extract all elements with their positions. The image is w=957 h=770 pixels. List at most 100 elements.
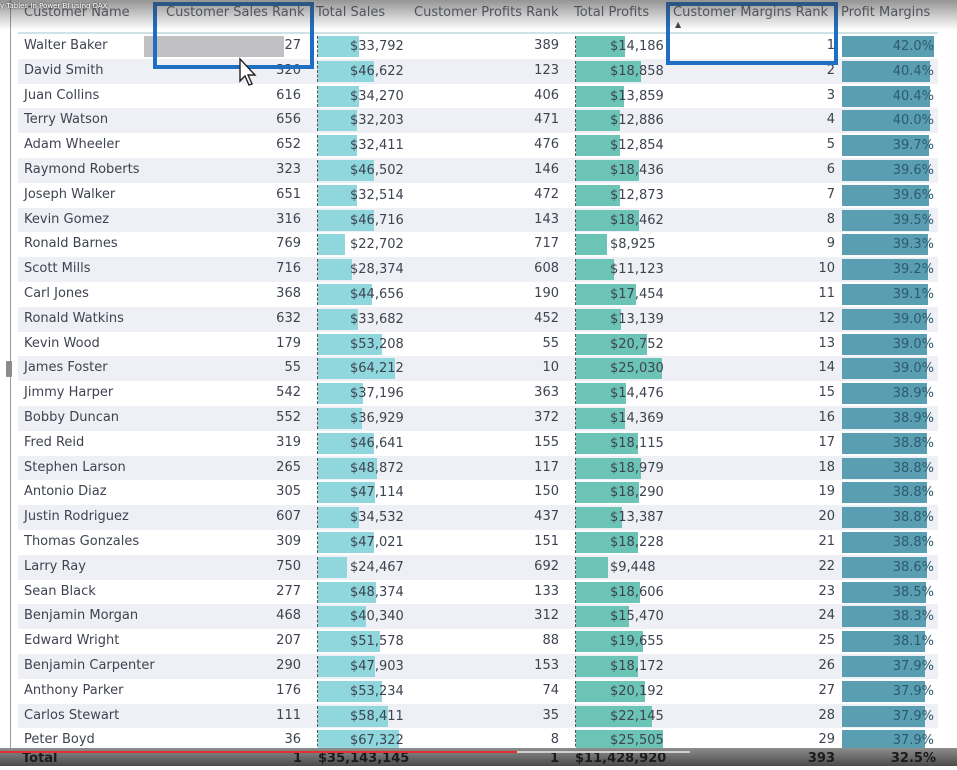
customer-sales-rank: 309: [276, 534, 301, 549]
customer-name: Adam Wheeler: [24, 137, 120, 153]
total-sales-value: $46,622: [350, 63, 404, 79]
total-sales-value: $46,502: [350, 163, 404, 178]
table-row[interactable]: Adam Wheeler 652 $32,411 476 $12,854 5 39.7%: [18, 133, 938, 158]
total-sales-bar: [318, 259, 353, 281]
table-row[interactable]: Scott Mills 716 $28,374 608 $11,123 10 39.2%: [18, 257, 938, 282]
customer-name: Kevin Wood: [24, 335, 100, 351]
profit-margin-value: 42.0%: [892, 39, 934, 54]
header-total-profits[interactable]: Total Profits: [574, 5, 649, 20]
table-row[interactable]: Justin Rodriguez 607 $34,532 437 $13,387 20 38…: [18, 505, 938, 530]
customer-profits-rank: 406: [534, 87, 559, 103]
table-row[interactable]: Thomas Gonzales 309 $47,021 151 $18,228 21 38.…: [18, 530, 938, 555]
table-row[interactable]: Juan Collins 616 $34,270 406 $13,859 3 40.4%: [18, 84, 938, 109]
table-row[interactable]: Jimmy Harper 542 $37,196 363 $14,476 15 38.9%: [18, 381, 938, 406]
customer-profits-rank: 452: [534, 310, 559, 326]
total-profits-value: $18,436: [610, 163, 664, 178]
profit-margin-cell: 40.4%: [842, 60, 938, 82]
customer-profits-rank: 35: [542, 707, 559, 723]
total-sales-value: $44,656: [350, 287, 404, 302]
table-row[interactable]: Raymond Roberts 323 $46,502 146 $18,436 6 39.6…: [18, 158, 938, 183]
total-profits-bar: [576, 556, 609, 578]
customer-sales-rank: 290: [276, 658, 301, 673]
table-row[interactable]: Sean Black 277 $48,374 133 $18,606 23 38.5%: [18, 580, 938, 605]
total-margins-rank: 393: [807, 751, 835, 766]
customer-margins-rank: 9: [826, 236, 835, 252]
customer-profits-rank: 437: [534, 509, 559, 525]
header-total-sales[interactable]: Total Sales: [316, 5, 385, 20]
table-row[interactable]: Carlos Stewart 111 $58,411 35 $22,145 28 37.9%: [18, 703, 938, 729]
customer-name: Stephen Larson: [24, 459, 126, 475]
customer-profits-rank: 146: [534, 162, 559, 177]
table-row[interactable]: Edward Wright 207 $51,578 88 $19,655 25 38.1%: [18, 629, 938, 654]
total-sales-value: $32,514: [350, 187, 404, 203]
resize-handle[interactable]: [6, 361, 12, 377]
table-row[interactable]: Anthony Parker 176 $53,234 74 $20,192 27 37.9%: [18, 679, 938, 704]
customer-name: Anthony Parker: [24, 682, 124, 698]
profit-margin-cell: 37.9%: [842, 656, 938, 677]
table-row[interactable]: James Foster 55 $64,212 10 $25,030 14 39.0%: [18, 356, 938, 382]
total-sales-value: $47,021: [350, 535, 404, 550]
customer-profits-rank: 143: [534, 211, 559, 227]
profit-margin-cell: 40.0%: [842, 110, 938, 132]
profit-margin-value: 39.1%: [892, 287, 934, 302]
customer-margins-rank: 21: [818, 534, 835, 549]
total-profits-bar: [576, 259, 615, 281]
video-title: y Tables In Power BI using DAX: [0, 2, 108, 10]
header-profit-margins[interactable]: Profit Margins: [841, 5, 930, 20]
customer-margins-rank: 5: [826, 137, 835, 153]
customer-name: Edward Wright: [24, 633, 120, 649]
table-row[interactable]: Terry Watson 656 $32,203 471 $12,886 4 40.0%: [18, 108, 938, 134]
profit-margin-value: 37.9%: [892, 683, 934, 699]
profit-margin-cell: 38.6%: [842, 556, 938, 578]
profit-margin-cell: 38.9%: [842, 408, 938, 429]
customer-margins-rank: 20: [818, 509, 835, 525]
customer-margins-rank: 16: [818, 410, 835, 425]
customer-margins-rank: 12: [818, 310, 835, 326]
table-row[interactable]: Benjamin Morgan 468 $40,340 312 $15,470 24 38.…: [18, 604, 938, 630]
customer-name: James Foster: [24, 360, 108, 376]
table-row[interactable]: Joseph Walker 651 $32,514 472 $12,873 7 39.6%: [18, 183, 938, 208]
total-profits-value: $11,123: [610, 262, 664, 278]
total-sales-value: $32,203: [350, 113, 404, 129]
customer-name: Scott Mills: [24, 261, 91, 277]
profit-margin-value: 38.8%: [892, 485, 934, 501]
table-row[interactable]: Ronald Watkins 632 $33,682 452 $13,139 12 39.0…: [18, 306, 938, 332]
highlight-box-margins-rank: [666, 2, 838, 65]
table-row[interactable]: Stephen Larson 265 $48,872 117 $18,979 18 38.8…: [18, 455, 938, 481]
table-row[interactable]: Bobby Duncan 552 $36,929 372 $14,369 16 38.9%: [18, 406, 938, 431]
customer-name: Antonio Diaz: [24, 484, 107, 500]
table-row[interactable]: Benjamin Carpenter 290 $47,903 153 $18,172 26…: [18, 654, 938, 679]
customer-margins-rank: 17: [818, 434, 835, 450]
customer-margins-rank: 15: [818, 385, 835, 401]
profit-margin-cell: 42.0%: [842, 36, 938, 57]
customer-margins-rank: 10: [818, 261, 835, 277]
profit-margin-value: 38.9%: [892, 411, 934, 426]
profit-margin-value: 39.7%: [892, 138, 934, 154]
total-profits-value: $18,606: [610, 584, 664, 600]
table-row[interactable]: Kevin Wood 179 $53,208 55 $20,752 13 39.0%: [18, 332, 938, 357]
total-profits-value: $18,858: [610, 63, 664, 79]
total-sales-value: $36,929: [350, 411, 404, 426]
header-customer-profits-rank[interactable]: Customer Profits Rank: [414, 5, 559, 20]
profit-margin-cell: 37.9%: [842, 680, 938, 702]
total-profits-value: $12,873: [610, 187, 664, 203]
table-row[interactable]: Larry Ray 750 $24,467 692 $9,448 22 38.6%: [18, 554, 938, 580]
table-row[interactable]: Antonio Diaz 305 $47,114 150 $18,290 19 38.8%: [18, 480, 938, 505]
total-sales-value: $37,196: [350, 386, 404, 402]
profit-margin-value: 37.9%: [892, 708, 934, 724]
customer-profits-rank: 74: [542, 682, 559, 698]
profit-margin-cell: 38.9%: [842, 383, 938, 405]
profit-margin-value: 40.0%: [892, 113, 934, 129]
table-row[interactable]: Carl Jones 368 $44,656 190 $17,454 11 39.1%: [18, 282, 938, 307]
total-sales-value: $46,641: [350, 435, 404, 451]
table-row[interactable]: Fred Reid 319 $46,641 155 $18,115 17 38.8%: [18, 431, 938, 456]
customer-sales-rank: 651: [276, 186, 301, 202]
total-sales-value: $53,234: [350, 683, 404, 699]
customer-profits-rank: 190: [534, 286, 559, 301]
customer-margins-rank: 13: [818, 335, 835, 351]
visual-left-border: [10, 0, 11, 766]
total-sales-value: $40,340: [350, 609, 404, 625]
table-row[interactable]: Ronald Barnes 769 $22,702 717 $8,925 9 39.3%: [18, 232, 938, 257]
table-row[interactable]: Kevin Gomez 316 $46,716 143 $18,462 8 39.5%: [18, 207, 938, 233]
customer-name: Fred Reid: [24, 434, 85, 450]
